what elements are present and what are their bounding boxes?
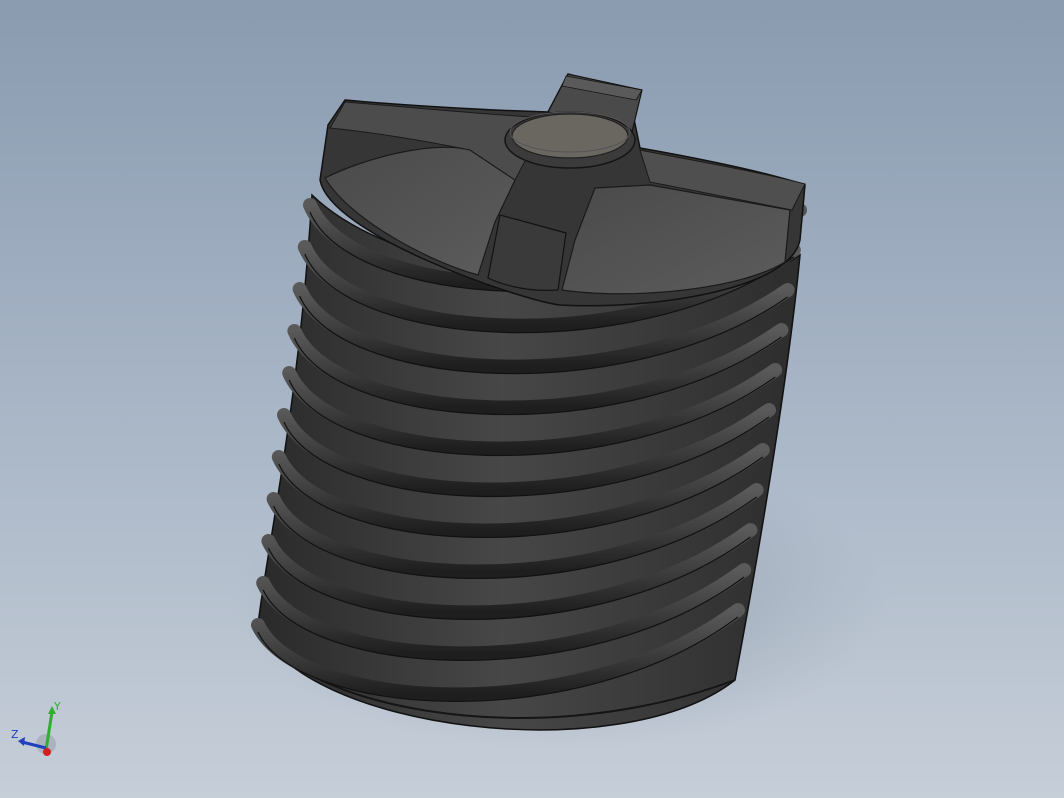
graphics-viewport[interactable]: Y Z bbox=[0, 0, 1064, 798]
triad-z-arrow bbox=[18, 737, 25, 746]
tank-model[interactable] bbox=[0, 0, 1064, 798]
triad-x-axis bbox=[43, 748, 51, 756]
coordinate-triad: Y Z bbox=[11, 700, 61, 756]
triad-y-label: Y bbox=[53, 700, 61, 713]
triad-z-label: Z bbox=[11, 728, 19, 741]
neck-inner bbox=[511, 113, 629, 159]
